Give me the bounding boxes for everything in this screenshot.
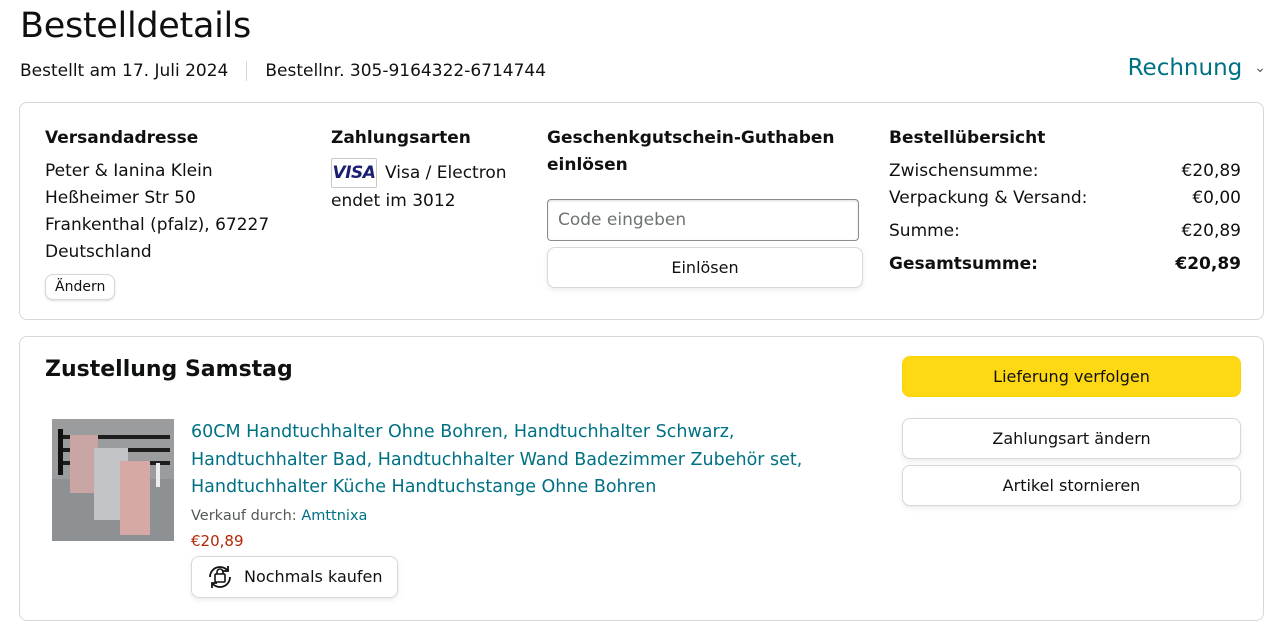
buy-again-button[interactable]: Nochmals kaufen <box>191 555 398 598</box>
meta-divider <box>246 61 248 81</box>
payment-method: VISA Visa / Electron <box>331 158 507 188</box>
summary-row-subtotal: Zwischensumme: €20,89 <box>889 161 1241 181</box>
order-info-card: Versandadresse Peter & Ianina Klein Heßh… <box>19 102 1264 320</box>
address-line: Heßheimer Str 50 <box>45 188 196 208</box>
shipping-address-section: Versandadresse Peter & Ianina Klein Heßh… <box>45 125 269 300</box>
seller-link[interactable]: Amttnixa <box>301 508 367 524</box>
seller-info: Verkauf durch: Amttnixa <box>191 507 368 524</box>
delivery-title: Zustellung Samstag <box>45 357 293 382</box>
summary-row-shipping: Verpackung & Versand: €0,00 <box>889 188 1241 208</box>
card-type: Visa / Electron <box>385 163 507 183</box>
address-line: Frankenthal (pfalz), 67227 <box>45 215 270 235</box>
change-payment-button[interactable]: Zahlungsart ändern <box>902 418 1241 459</box>
chevron-down-icon: ⌄ <box>1254 60 1266 76</box>
visa-card-icon: VISA <box>331 158 377 188</box>
order-details-page: Bestelldetails Bestellt am 17. Juli 2024… <box>0 0 1280 631</box>
invoice-dropdown[interactable]: Rechnung ⌄ <box>1128 55 1266 81</box>
page-title: Bestelldetails <box>20 6 251 46</box>
cancel-item-button[interactable]: Artikel stornieren <box>902 465 1241 506</box>
track-package-button[interactable]: Lieferung verfolgen <box>902 356 1241 397</box>
payment-heading: Zahlungsarten <box>331 128 471 148</box>
payment-section: Zahlungsarten VISA Visa / Electron endet… <box>331 125 507 215</box>
change-address-button[interactable]: Ändern <box>45 274 116 300</box>
summary-row-grand-total: Gesamtsumme: €20,89 <box>889 254 1241 274</box>
order-number: Bestellnr. 305-9164322-6714744 <box>265 61 547 81</box>
product-title-link[interactable]: 60CM Handtuchhalter Ohne Bohren, Handtuc… <box>191 419 831 502</box>
order-summary-section: Bestellübersicht Zwischensumme: €20,89 Ve… <box>889 125 1241 278</box>
card-ending: endet im 3012 <box>331 191 456 211</box>
buy-again-label: Nochmals kaufen <box>244 567 383 586</box>
product-info: 60CM Handtuchhalter Ohne Bohren, Handtuc… <box>191 419 831 598</box>
shipping-address-heading: Versandadresse <box>45 128 199 148</box>
delivery-card: Zustellung Samstag 60CM Handtuchhalter O… <box>19 336 1264 621</box>
order-date: Bestellt am 17. Juli 2024 <box>20 61 229 81</box>
delivery-actions: Lieferung verfolgen Zahlungsart ändern A… <box>902 356 1241 506</box>
address-line: Deutschland <box>45 242 152 262</box>
product-image[interactable] <box>52 419 174 541</box>
product-price: €20,89 <box>191 531 244 550</box>
order-meta: Bestellt am 17. Juli 2024 Bestellnr. 305… <box>20 61 546 81</box>
invoice-label: Rechnung <box>1127 55 1243 81</box>
gift-card-heading: Geschenkgutschein-Guthaben einlösen <box>547 128 835 175</box>
order-summary-heading: Bestellübersicht <box>889 128 1046 148</box>
address-line: Peter & Ianina Klein <box>45 161 213 181</box>
buy-again-icon <box>209 565 231 588</box>
redeem-button[interactable]: Einlösen <box>547 247 863 288</box>
summary-row-sum: Summe: €20,89 <box>889 221 1241 241</box>
gift-code-input[interactable] <box>547 199 859 241</box>
gift-card-section: Geschenkgutschein-Guthabeneinlösen Einlö… <box>547 125 867 288</box>
